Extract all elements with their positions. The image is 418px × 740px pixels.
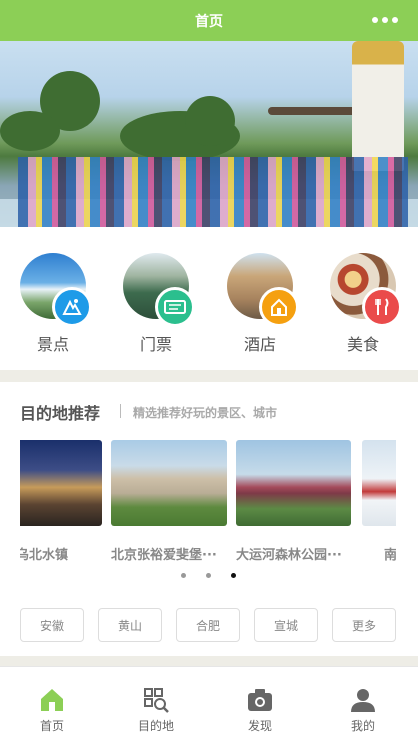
destination-name: 北京张裕爱斐堡··· (111, 548, 217, 563)
destination-photo (20, 440, 102, 526)
category-ticket[interactable]: 门票 (121, 253, 195, 355)
category-food[interactable]: 美食 (328, 253, 402, 355)
pager-dot[interactable] (206, 573, 211, 578)
category-label: 美食 (346, 335, 379, 354)
hotel-icon (259, 287, 299, 327)
city-tags: 安徽 黄山 合肥 宣城 更多 (20, 608, 396, 642)
home-icon (39, 687, 65, 713)
tab-home[interactable]: 首页 (12, 687, 92, 734)
ticket-icon (155, 287, 195, 327)
tab-discover[interactable]: 发现 (220, 687, 300, 734)
tab-label: 发现 (247, 719, 272, 733)
destination-card[interactable]: 北京张裕爱斐堡··· (111, 440, 227, 563)
destination-name: 乌北水镇 (20, 548, 69, 563)
camera-icon (247, 687, 273, 713)
section-subtitle: 精选推荐好玩的景区、城市 (133, 406, 278, 420)
tab-label: 首页 (39, 719, 64, 733)
tab-label: 目的地 (137, 719, 174, 733)
bottom-tab-bar: 首页 目的地 发现 我的 (0, 666, 418, 740)
destination-photo (362, 440, 396, 526)
scenic-spot-icon (52, 287, 92, 327)
more-dots-icon[interactable] (372, 17, 398, 23)
more-tag[interactable]: 更多 (332, 608, 396, 642)
destination-photo (236, 440, 351, 526)
city-tag[interactable]: 黄山 (98, 608, 162, 642)
category-grid: 景点 门票 酒店 美食 (0, 227, 418, 370)
hero-banner[interactable] (0, 41, 418, 227)
tab-destination[interactable]: 目的地 (116, 687, 196, 734)
section-divider (0, 656, 418, 666)
category-scenic[interactable]: 景点 (18, 253, 92, 355)
destination-card[interactable]: 乌北水镇 (20, 440, 102, 563)
page-title: 首页 (195, 14, 223, 30)
destination-name: 大运河森林公园··· (236, 548, 342, 563)
section-title: 目的地推荐 (20, 404, 101, 423)
city-tag[interactable]: 安徽 (20, 608, 84, 642)
pager-dot-active[interactable] (231, 573, 236, 578)
pager-dot[interactable] (181, 573, 186, 578)
app-header: 首页 (0, 0, 418, 41)
city-tag[interactable]: 合肥 (176, 608, 240, 642)
destination-name: 南 (384, 548, 396, 563)
food-icon (362, 287, 402, 327)
section-divider (0, 370, 418, 382)
destination-card[interactable]: 南 (362, 440, 396, 563)
destination-carousel[interactable]: 乌北水镇 北京张裕爱斐堡··· 大运河森林公园··· 南 (20, 440, 396, 570)
city-tag[interactable]: 宣城 (254, 608, 318, 642)
destination-photo (111, 440, 227, 526)
user-icon (350, 687, 376, 713)
category-label: 景点 (36, 335, 69, 354)
category-label: 门票 (139, 335, 172, 354)
carousel-pager (181, 573, 236, 578)
tab-label: 我的 (350, 719, 375, 733)
category-label: 酒店 (243, 335, 276, 354)
destination-search-icon (143, 687, 169, 713)
tab-mine[interactable]: 我的 (323, 687, 403, 734)
title-divider (120, 404, 121, 418)
category-hotel[interactable]: 酒店 (225, 253, 299, 355)
destination-card[interactable]: 大运河森林公园··· (236, 440, 351, 563)
